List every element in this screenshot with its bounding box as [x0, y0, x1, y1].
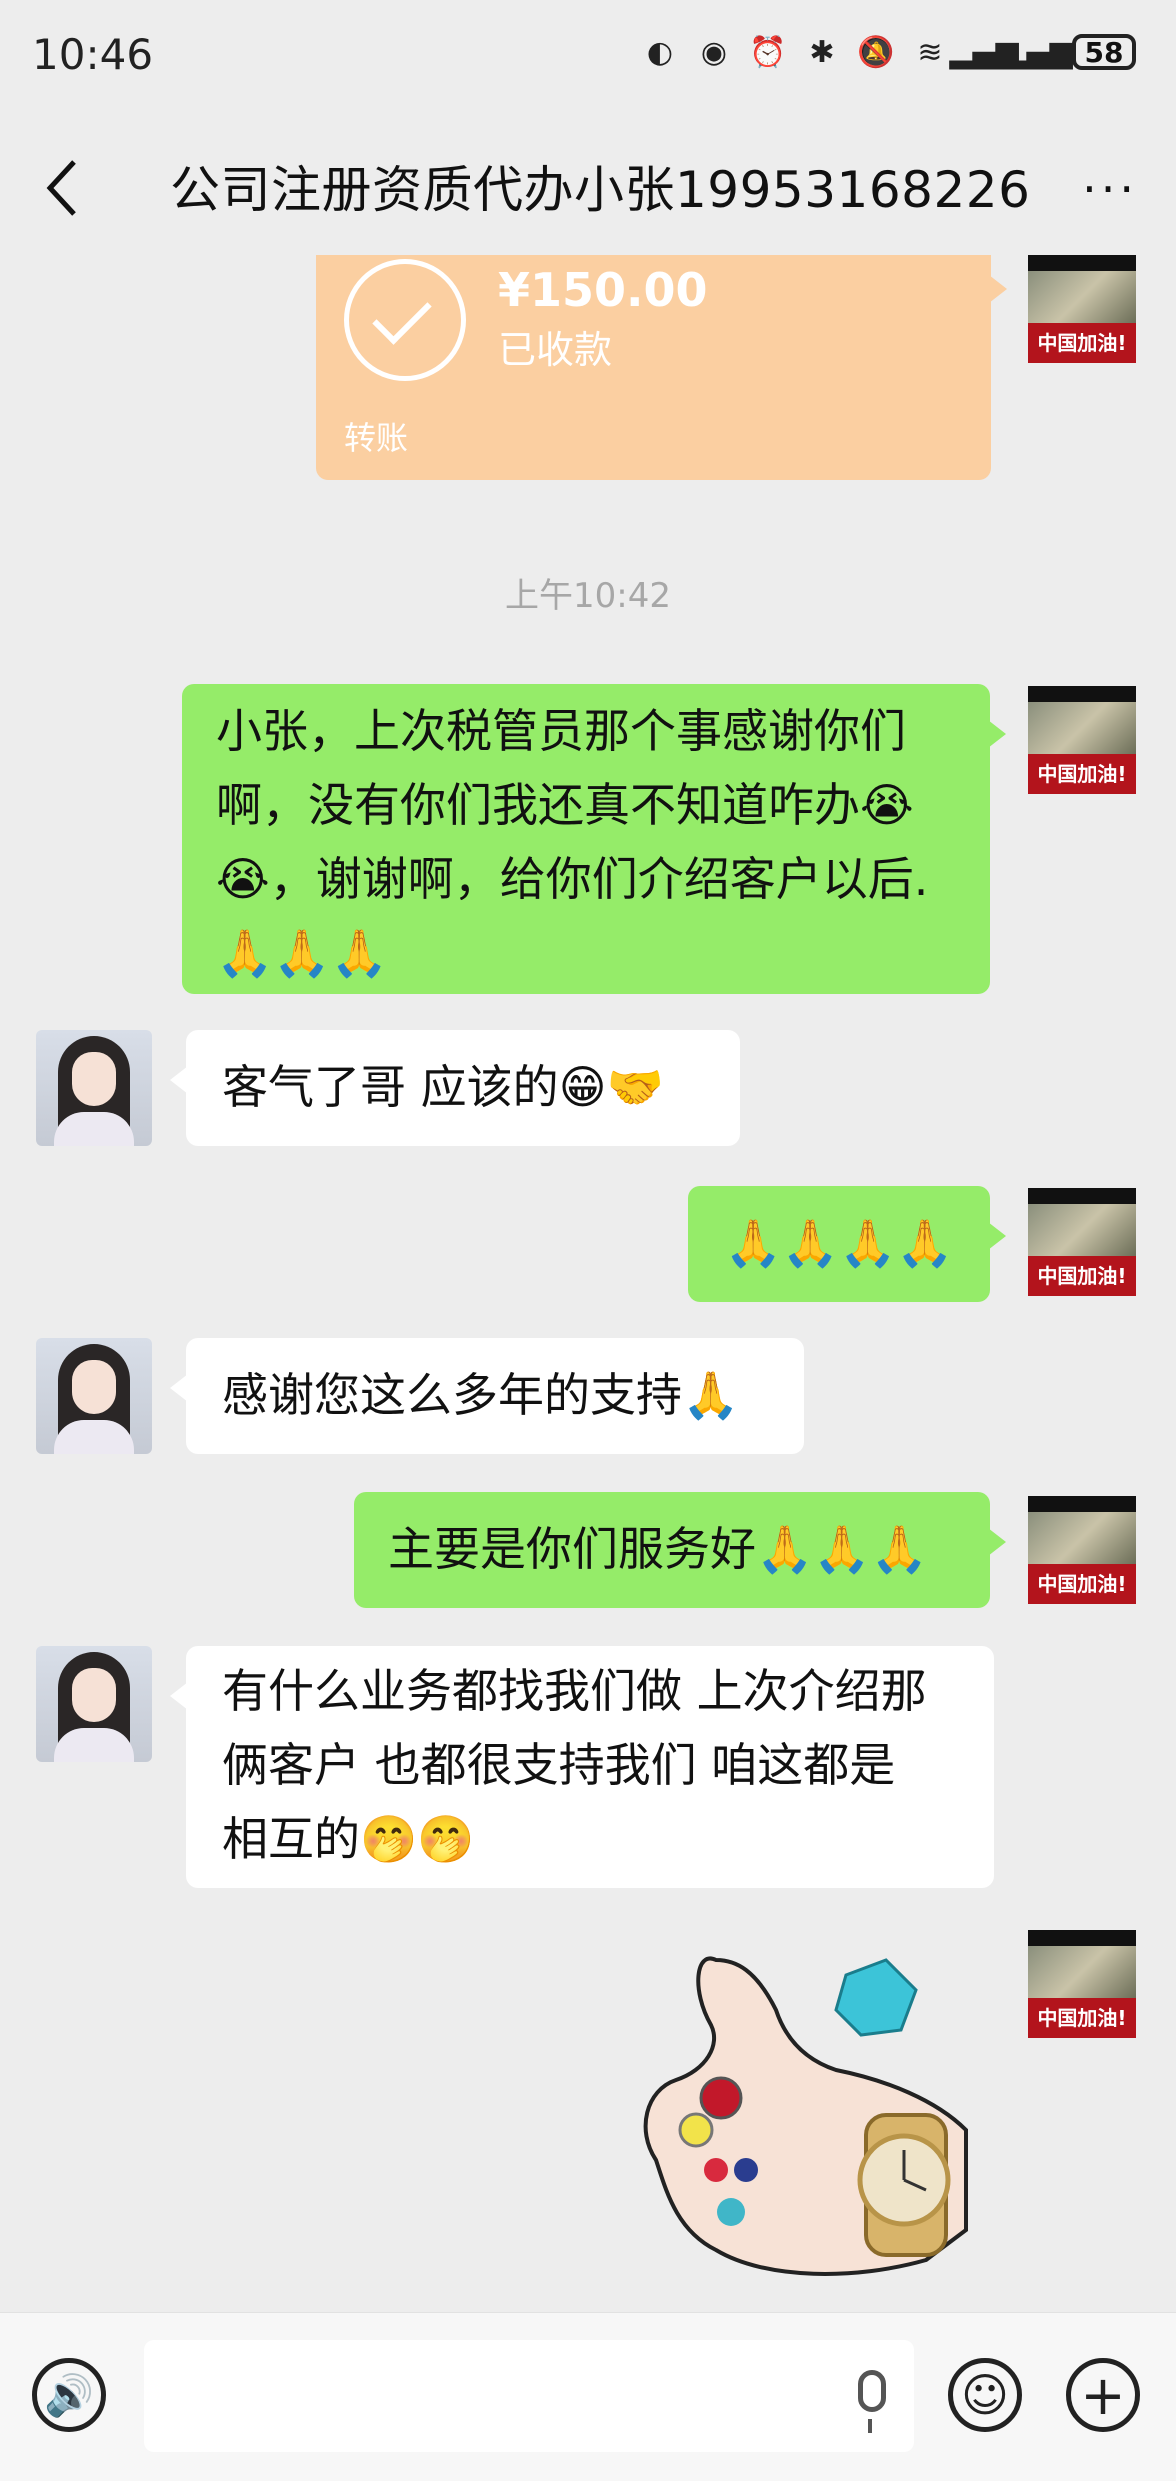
battery-indicator: 58 [1072, 34, 1136, 70]
message-line: 小张，上次税管员那个事感谢你们 [216, 704, 906, 758]
transfer-card[interactable]: ¥150.00 已收款 转账 [316, 255, 1007, 480]
avatar-banner: 中国加油! [1028, 323, 1136, 363]
message-line: 俩客户 也都很支持我们 咱这都是 [222, 1738, 896, 1792]
emoji-icon[interactable]: ☺ [948, 2358, 1022, 2432]
my-avatar[interactable]: 中国加油! [1028, 686, 1136, 794]
message-line: 客气了哥 应该的😁🤝 [222, 1060, 664, 1114]
transfer-status: 已收款 [498, 328, 613, 372]
message-bubble[interactable]: 主要是你们服务好🙏🙏🙏 [354, 1492, 1006, 1608]
plus-icon[interactable]: + [1066, 2358, 1140, 2432]
signal-icon-2: ▂▄▆ [1003, 34, 1073, 70]
my-avatar[interactable]: 中国加油! [1028, 1496, 1136, 1604]
gem-icon [834, 1958, 918, 2037]
message-bubble[interactable]: 小张，上次税管员那个事感谢你们 啊，没有你们我还真不知道咋办😭 😭，谢谢啊，给你… [182, 684, 1006, 994]
status-icons: ◐ ◉ ⏰ ✱ 🔕 ≋ ▂▄▆ ▂▄▆ 58 [640, 34, 1136, 70]
transfer-amount: ¥150.00 [498, 263, 708, 317]
message-line: 🙏🙏🙏 [216, 926, 388, 980]
hd-icon: ◐ [646, 34, 674, 70]
avatar-banner: 中国加油! [1028, 1256, 1136, 1296]
signal-icon-1: ▂▄▆ [949, 34, 1019, 70]
message-bubble[interactable]: 感谢您这么多年的支持🙏 [170, 1338, 804, 1454]
message-line: 有什么业务都找我们做 上次介绍那 [222, 1664, 927, 1718]
thumbs-up-sticker[interactable] [636, 1930, 996, 2290]
mute-icon: 🔕 [857, 34, 895, 70]
transfer-label: 转账 [344, 419, 409, 457]
chat-title: 公司注册资质代办小张19953168226 [170, 161, 1031, 219]
message-line: 相互的🤭🤭 [222, 1812, 475, 1866]
back-icon[interactable] [44, 158, 84, 218]
avatar-banner: 中国加油! [1028, 754, 1136, 794]
message-line: 主要是你们服务好🙏🙏🙏 [388, 1522, 928, 1576]
contact-avatar[interactable] [36, 1646, 152, 1762]
message-bubble[interactable]: 有什么业务都找我们做 上次介绍那 俩客户 也都很支持我们 咱这都是 相互的🤭🤭 [170, 1646, 994, 1888]
message-line: 🙏🙏🙏🙏 [724, 1216, 954, 1270]
message-bubble[interactable]: 🙏🙏🙏🙏 [688, 1186, 1006, 1302]
bluetooth-icon: ✱ [809, 34, 835, 70]
my-avatar[interactable]: 中国加油! [1028, 1188, 1136, 1296]
eye-icon: ◉ [700, 34, 728, 70]
avatar-banner: 中国加油! [1028, 1564, 1136, 1604]
wifi-icon: ≋ [917, 34, 943, 70]
my-avatar[interactable]: 中国加油! [1028, 1930, 1136, 2038]
contact-avatar[interactable] [36, 1030, 152, 1146]
status-time: 10:46 [32, 30, 154, 79]
message-timestamp: 上午10:42 [505, 576, 671, 616]
avatar-banner: 中国加油! [1028, 1998, 1136, 2038]
my-avatar[interactable]: 中国加油! [1028, 255, 1136, 363]
more-options-icon[interactable]: ··· [1082, 162, 1138, 216]
message-line: 啊，没有你们我还真不知道咋办😭 [216, 778, 914, 832]
message-bubble[interactable]: 客气了哥 应该的😁🤝 [170, 1030, 740, 1146]
message-line: 感谢您这么多年的支持🙏 [222, 1368, 740, 1422]
message-line: 😭，谢谢啊，给你们介绍客户以后. [216, 852, 929, 906]
message-input[interactable] [144, 2340, 914, 2452]
voice-toggle-icon[interactable]: 🔊 [32, 2358, 106, 2432]
alarm-icon: ⏰ [749, 34, 787, 70]
microphone-icon[interactable] [858, 2370, 886, 2433]
check-icon [344, 259, 466, 381]
contact-avatar[interactable] [36, 1338, 152, 1454]
